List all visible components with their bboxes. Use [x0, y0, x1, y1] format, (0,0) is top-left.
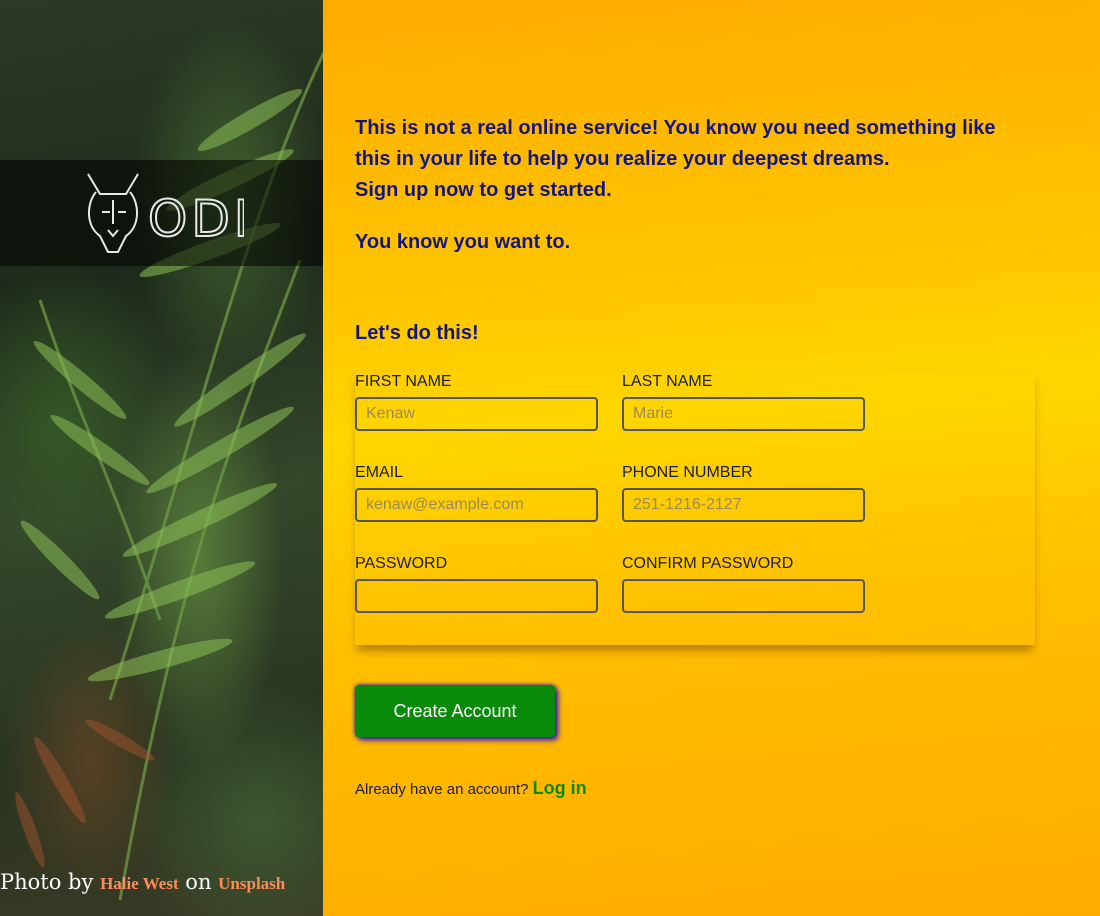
phone-input[interactable] [622, 488, 865, 522]
last-name-input[interactable] [622, 397, 865, 431]
fern-background-image [15, 50, 323, 901]
viking-dog-icon [87, 173, 139, 253]
login-link[interactable]: Log in [533, 778, 587, 798]
password-label: PASSWORD [355, 555, 448, 572]
logo-band: ODIN [0, 160, 323, 266]
photo-credit: Photo by Halie West on Unsplash [0, 870, 285, 894]
phone-group: PHONE NUMBER [622, 461, 865, 522]
first-name-label: FIRST NAME [355, 373, 452, 390]
phone-label: PHONE NUMBER [622, 464, 753, 481]
odin-logo: ODIN [87, 173, 244, 253]
photo-source-link[interactable]: Unsplash [218, 874, 285, 893]
login-prompt-text: Already have an account? [355, 781, 529, 798]
intro-line-2: Sign up now to get started. [355, 179, 612, 201]
confirm-password-input[interactable] [622, 579, 865, 613]
photo-author-link[interactable]: Halie West [100, 874, 179, 893]
last-name-group: LAST NAME [622, 370, 865, 431]
login-prompt: Already have an account? Log in [355, 778, 587, 799]
create-account-button[interactable]: Create Account [355, 685, 555, 737]
email-input[interactable] [355, 488, 598, 522]
signup-panel: This is not a real online service! You k… [323, 0, 1100, 916]
form-title: Let's do this! [355, 322, 479, 344]
intro-text: This is not a real online service! You k… [355, 113, 1035, 258]
intro-line-1: This is not a real online service! You k… [355, 117, 996, 170]
credit-prefix: Photo by [0, 870, 94, 894]
email-label: EMAIL [355, 464, 404, 481]
signup-form: FIRST NAME LAST NAME EMAIL PHONE NUMBER … [355, 370, 1035, 645]
credit-middle: on [185, 870, 212, 894]
intro-line-3: You know you want to. [355, 231, 571, 253]
confirm-password-label: CONFIRM PASSWORD [622, 555, 794, 572]
first-name-input[interactable] [355, 397, 598, 431]
password-input[interactable] [355, 579, 598, 613]
confirm-password-group: CONFIRM PASSWORD [622, 552, 865, 613]
logo-text: ODIN [148, 190, 244, 248]
password-group: PASSWORD [355, 552, 598, 613]
sidebar-photo-panel: ODIN Photo by Halie West on Unsplash [0, 0, 323, 916]
first-name-group: FIRST NAME [355, 370, 598, 431]
email-group: EMAIL [355, 461, 598, 522]
last-name-label: LAST NAME [622, 373, 713, 390]
